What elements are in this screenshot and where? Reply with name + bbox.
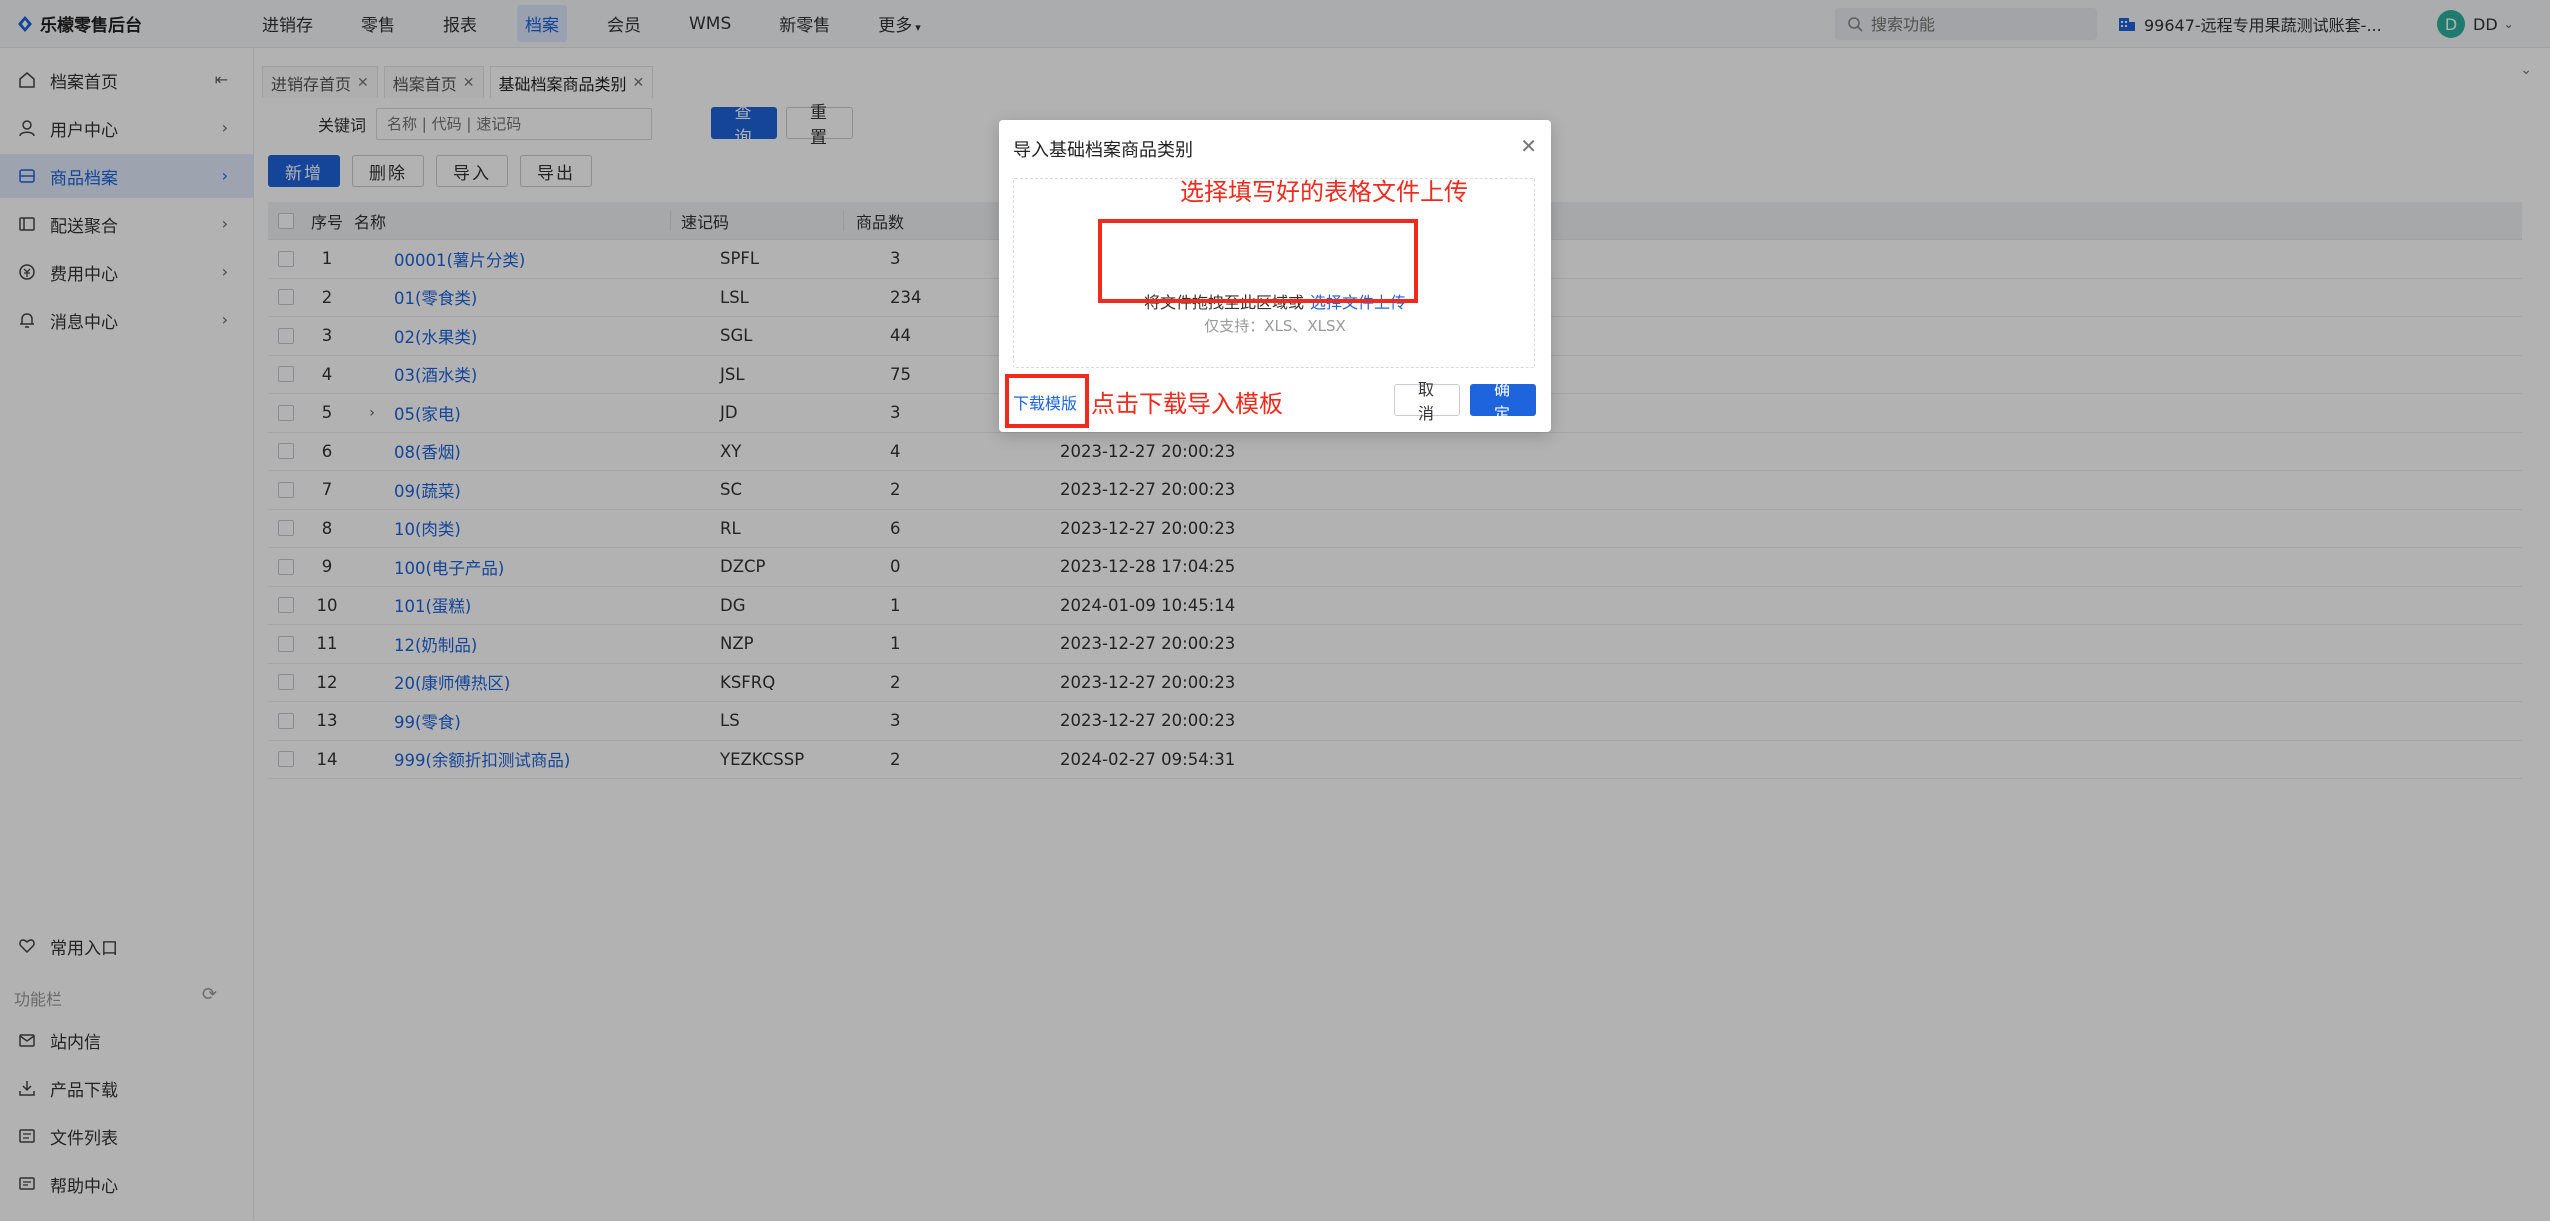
file-type-hint: 仅支持：XLS、XLSX bbox=[1204, 317, 1346, 335]
download-template-link[interactable]: 下载模版 bbox=[1013, 390, 1077, 414]
annotation-download: 点击下载导入模板 bbox=[1091, 390, 1283, 418]
confirm-button[interactable]: 确 定 bbox=[1470, 380, 1536, 423]
import-dialog: 导入基础档案商品类别 ✕ 将文件拖拽至此区域或 选择文件上传 仅支持：XLS、XL… bbox=[999, 120, 1551, 432]
annotation-upload: 选择填写好的表格文件上传 bbox=[1180, 178, 1468, 206]
annotation-box-upload bbox=[1098, 219, 1418, 303]
cancel-button[interactable]: 取 消 bbox=[1394, 380, 1460, 423]
close-icon[interactable]: ✕ bbox=[1520, 134, 1537, 158]
dialog-title: 导入基础档案商品类别 bbox=[1013, 140, 1193, 161]
